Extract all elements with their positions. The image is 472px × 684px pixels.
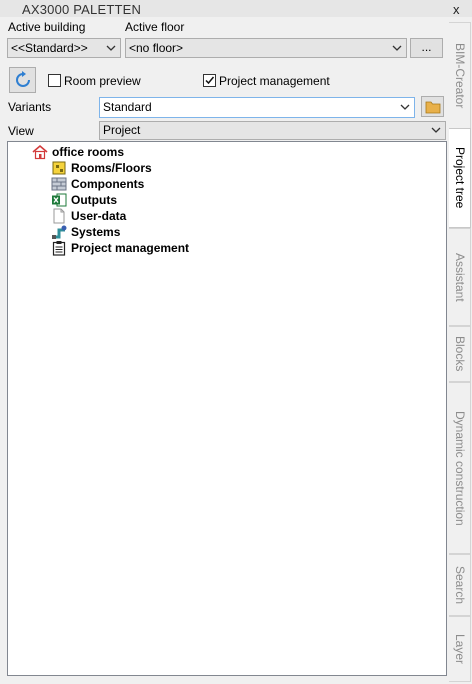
excel-icon — [52, 193, 67, 207]
active-floor-value: <no floor> — [129, 41, 184, 55]
view-value: Project — [103, 123, 141, 137]
active-building-select[interactable]: <<Standard>> — [7, 38, 121, 58]
side-tab-strip: BIM-Creator Project tree Assistant Block… — [449, 17, 472, 684]
tab-layer[interactable]: Layer — [449, 616, 471, 682]
rooms-floors-icon — [52, 161, 66, 175]
tree-node-label: Outputs — [71, 193, 117, 207]
variants-label: Variants — [8, 100, 52, 114]
active-floor-label: Active floor — [125, 20, 185, 34]
chevron-down-icon — [106, 45, 116, 51]
active-building-value: <<Standard>> — [11, 41, 88, 55]
house-icon — [32, 144, 48, 160]
refresh-icon — [16, 71, 30, 87]
view-label: View — [8, 124, 34, 138]
view-select[interactable]: Project — [99, 121, 446, 140]
tab-search[interactable]: Search — [449, 554, 471, 616]
active-building-label: Active building — [8, 20, 86, 34]
tree-node-label: User-data — [71, 209, 127, 223]
document-icon — [53, 208, 65, 224]
tab-bim-creator[interactable]: BIM-Creator — [449, 22, 471, 130]
project-management-checkbox[interactable] — [203, 74, 216, 87]
tab-dynamic-construction[interactable]: Dynamic construction — [449, 382, 471, 554]
tab-label: Layer — [453, 633, 467, 665]
checkmark-icon — [205, 76, 215, 85]
palette-title: AX3000 PALETTEN — [22, 2, 142, 17]
variants-select[interactable]: Standard — [99, 97, 415, 118]
components-icon — [51, 177, 67, 191]
systems-icon — [52, 225, 67, 239]
tab-label: Dynamic construction — [453, 410, 467, 526]
tab-project-tree[interactable]: Project tree — [449, 128, 471, 228]
variants-folder-button[interactable] — [421, 96, 444, 117]
tree-node-label: Rooms/Floors — [71, 161, 152, 175]
tab-blocks[interactable]: Blocks — [449, 326, 471, 382]
refresh-button[interactable] — [9, 67, 36, 93]
room-preview-checkbox[interactable] — [48, 74, 61, 87]
room-preview-label: Room preview — [64, 74, 141, 88]
folder-icon — [425, 101, 441, 114]
clipboard-icon — [52, 241, 66, 256]
close-icon[interactable]: x — [453, 2, 460, 17]
project-tree-panel[interactable]: office rooms Rooms/Floors Components Out… — [7, 141, 447, 676]
tab-label: Assistant — [453, 252, 467, 302]
floor-browse-button[interactable]: ... — [410, 38, 443, 58]
project-management-label: Project management — [219, 74, 330, 88]
tree-node-label: office rooms — [52, 145, 125, 159]
tree-node-label: Project management — [71, 241, 190, 255]
tab-assistant[interactable]: Assistant — [449, 228, 471, 326]
active-floor-select[interactable]: <no floor> — [125, 38, 407, 58]
chevron-down-icon — [392, 45, 402, 51]
tab-label: Search — [453, 565, 467, 605]
chevron-down-icon — [400, 104, 410, 110]
tab-label: Blocks — [453, 336, 467, 372]
chevron-down-icon — [431, 127, 441, 133]
variants-value: Standard — [103, 100, 152, 114]
tab-label: BIM-Creator — [453, 43, 467, 109]
tree-node-label: Components — [71, 177, 145, 191]
tree-node-label: Systems — [71, 225, 121, 239]
tab-label: Project tree — [453, 147, 467, 209]
palette-titlebar: AX3000 PALETTEN x — [0, 0, 472, 17]
